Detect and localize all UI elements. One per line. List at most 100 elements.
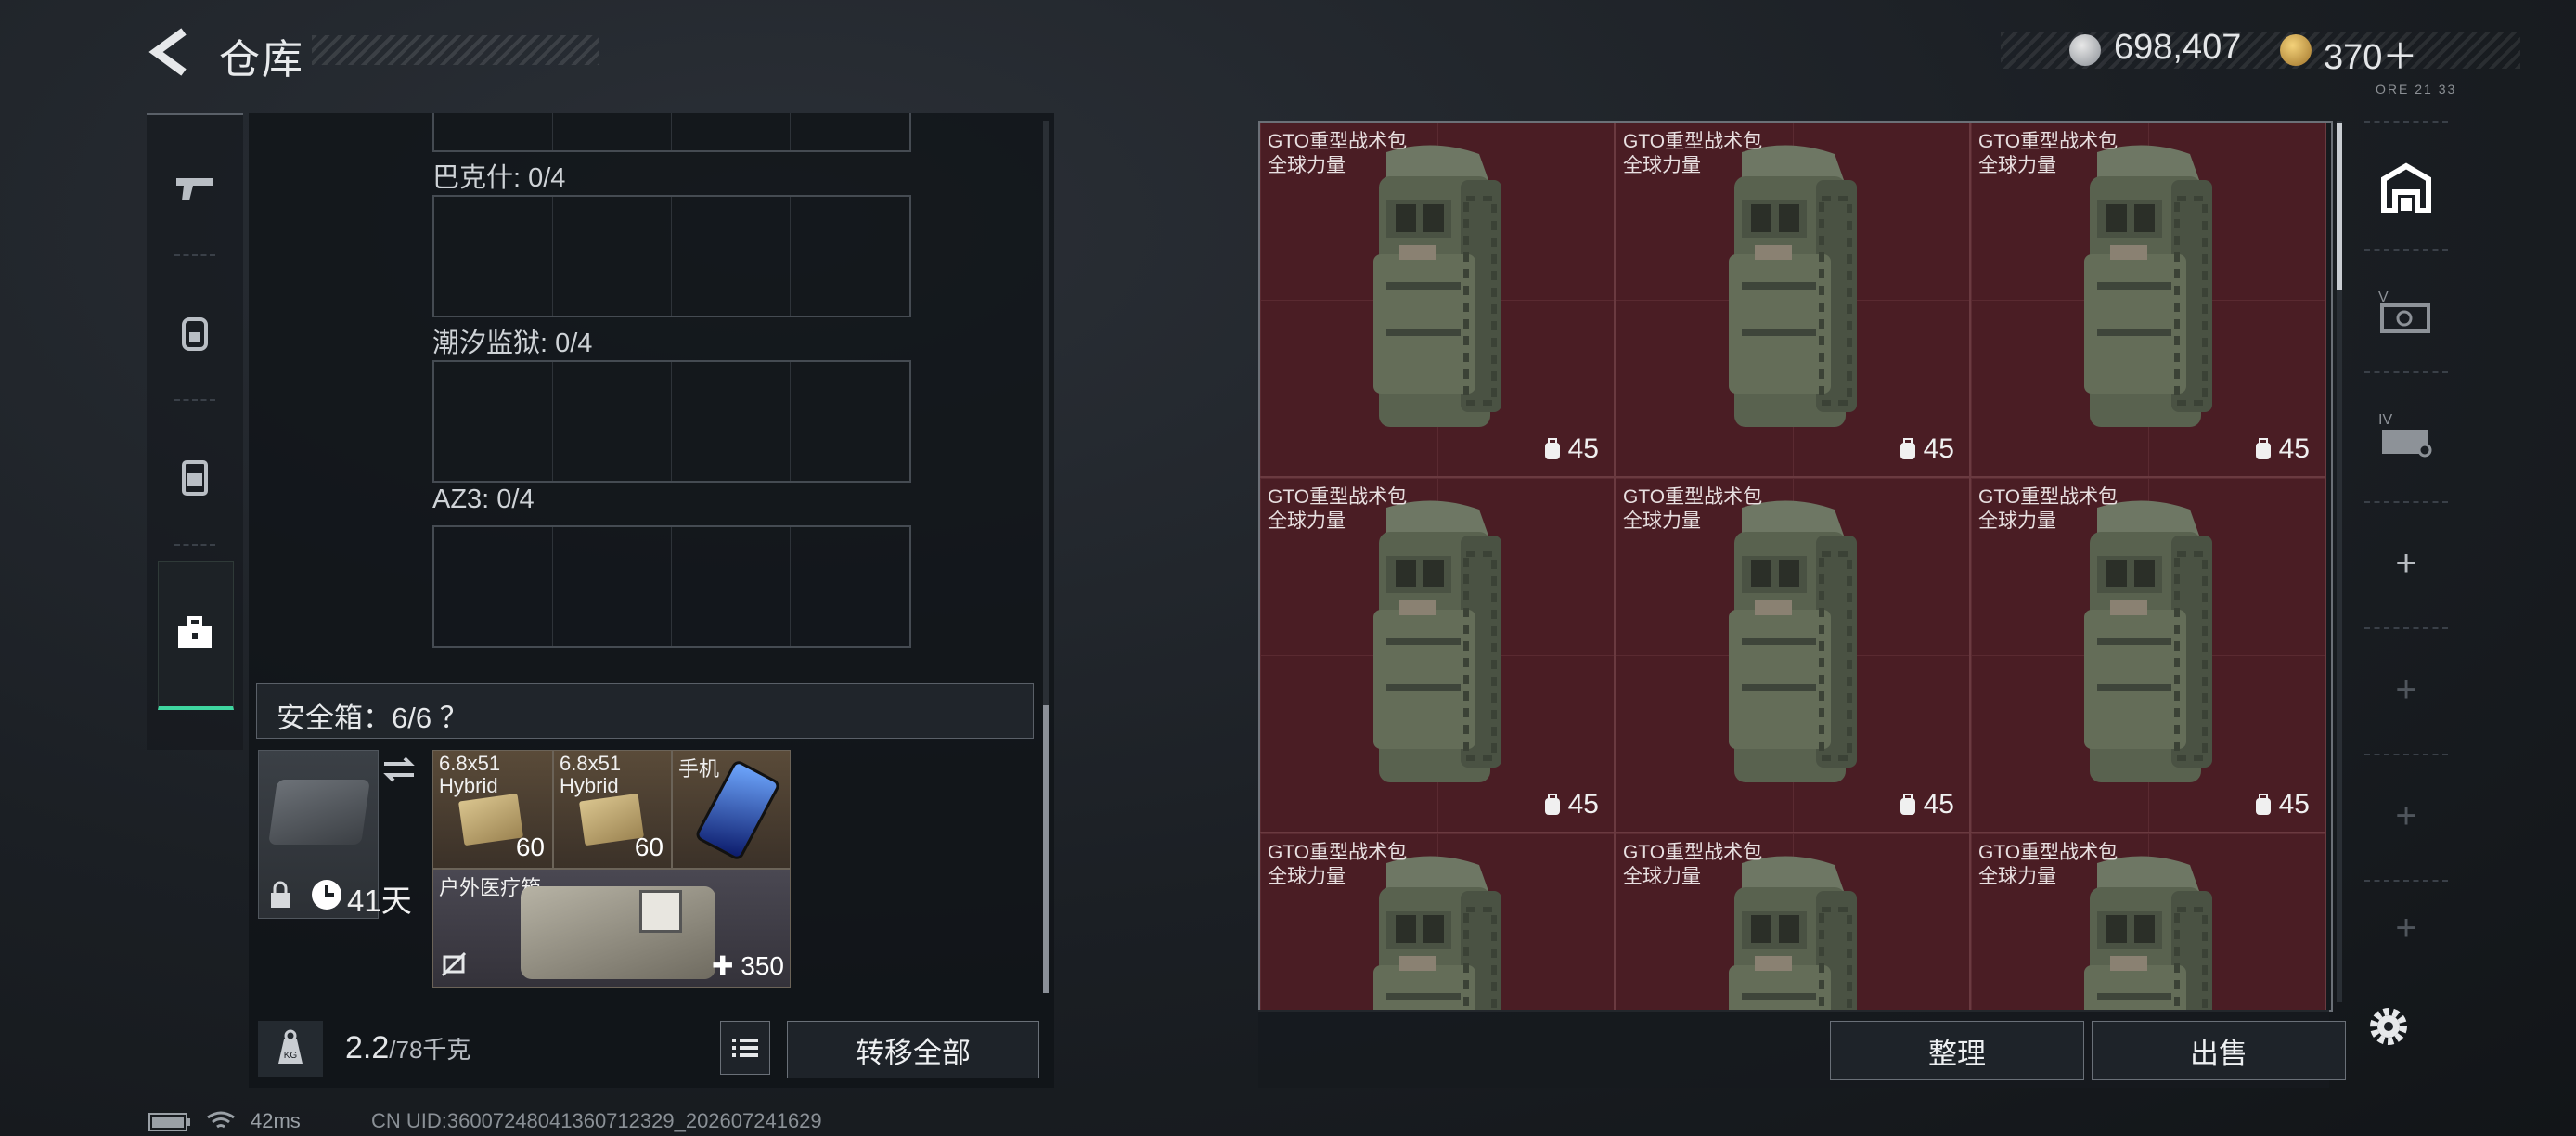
no-insure-icon xyxy=(441,951,467,977)
item-count: 45 xyxy=(1542,433,1599,465)
item-count: 60 xyxy=(515,833,545,861)
swap-icon[interactable] xyxy=(382,755,416,783)
case-image xyxy=(268,780,370,845)
inventory-scroll-thumb[interactable] xyxy=(1043,705,1049,993)
transfer-all-button[interactable]: 转移全部 xyxy=(787,1021,1039,1078)
svg-text:KG: KG xyxy=(284,1051,298,1061)
item-medkit[interactable]: 户外医疗箱 ✚ 350 xyxy=(432,869,791,988)
backpack-capacity-icon xyxy=(1900,438,1915,459)
safebox-label[interactable]: 安全箱：6/6 ？ xyxy=(277,694,469,736)
sell-button[interactable]: 出售 xyxy=(2092,1021,2346,1080)
svg-text:V: V xyxy=(2378,290,2389,305)
settings-gear-icon[interactable] xyxy=(2364,1002,2413,1051)
silver-coin-icon xyxy=(2069,34,2101,66)
medkit-image xyxy=(521,886,715,979)
warehouse-grid: GTO重型战术包 全球力量 45 GTO重型战术包 全球力量 45 GTO重型战术包 全球… xyxy=(1260,123,2326,1010)
warehouse-item[interactable]: GTO重型战术包 全球力量 45 xyxy=(1616,123,1971,478)
backpack-capacity-icon xyxy=(1900,794,1915,815)
sort-button[interactable]: 整理 xyxy=(1830,1021,2084,1080)
item-ammo-1[interactable]: 6.8x51 Hybrid 60 xyxy=(432,750,553,869)
slot-grid-az3[interactable] xyxy=(432,525,911,648)
item-value: ✚ 350 xyxy=(712,951,784,980)
add-storage-button-locked[interactable]: + xyxy=(2357,629,2455,750)
item-count: 45 xyxy=(1898,789,1954,820)
clock-icon xyxy=(312,880,341,910)
backpack-capacity-icon xyxy=(1544,438,1560,459)
pistol-icon xyxy=(176,178,213,200)
safebox-days-left: 41天 xyxy=(347,884,412,918)
add-storage-button-locked[interactable]: + xyxy=(2357,882,2455,975)
plus-icon: ✚ xyxy=(712,951,741,980)
item-count: 45 xyxy=(1542,789,1599,820)
backpack-capacity-icon xyxy=(2255,438,2271,459)
slot-grid-partial xyxy=(432,113,911,152)
gold-coin-icon xyxy=(2280,34,2312,66)
warehouse-item[interactable]: GTO重型战术包 全球力量 45 xyxy=(1260,478,1616,833)
backpack-image xyxy=(1729,500,1857,782)
backpack-icon xyxy=(182,317,208,351)
slot-grid-tide-prison[interactable] xyxy=(432,360,911,483)
backpack-image xyxy=(1373,145,1501,427)
item-count: 60 xyxy=(634,833,663,861)
item-ammo-2[interactable]: 6.8x51 Hybrid 60 xyxy=(553,750,672,869)
item-name: GTO重型战术包 全球力量 xyxy=(1623,842,1763,887)
warehouse-nav: V IV + + + + xyxy=(2357,121,2455,984)
item-name: GTO重型战术包 全球力量 xyxy=(1978,131,2119,176)
gold-amount[interactable]: 370＋ xyxy=(2324,28,2417,79)
slot-grid-bakesh[interactable] xyxy=(432,195,911,317)
item-name: GTO重型战术包 全球力量 xyxy=(1978,842,2119,887)
item-name: GTO重型战术包 全球力量 xyxy=(1268,486,1408,532)
item-count: 45 xyxy=(2253,789,2310,820)
silver-amount[interactable]: 698,407 xyxy=(2114,28,2241,68)
category-nav xyxy=(147,113,243,750)
tab-warehouse-main[interactable] xyxy=(2357,128,2455,249)
tab-armor[interactable] xyxy=(147,405,243,549)
warehouse-item[interactable]: GTO重型战术包 全球力量 45 xyxy=(1616,478,1971,833)
warehouse-icon xyxy=(2381,162,2431,213)
weight-capacity: /78千克 xyxy=(389,1036,471,1064)
title-decoration xyxy=(312,35,599,65)
plus-icon: + xyxy=(2395,668,2417,710)
item-phone[interactable]: 手机 xyxy=(672,750,791,869)
backpack-image xyxy=(1373,500,1501,782)
backpack-image xyxy=(1729,145,1857,427)
warehouse-item[interactable]: GTO重型战术包 全球力量 xyxy=(1260,833,1616,1010)
warehouse-item[interactable]: GTO重型战术包 全球力量 45 xyxy=(1971,123,2326,478)
vest-icon xyxy=(182,460,208,496)
item-name: GTO重型战术包 全球力量 xyxy=(1268,131,1408,176)
current-weight: 2.2 xyxy=(345,1030,390,1065)
warehouse-panel: GTO重型战术包 全球力量 45 GTO重型战术包 全球力量 45 GTO重型战术包 全球… xyxy=(1258,121,2333,1012)
page-title: 仓库 xyxy=(219,37,304,83)
plus-icon: + xyxy=(2395,794,2417,836)
tab-storage-iv[interactable]: IV xyxy=(2357,373,2455,494)
warehouse-scroll-thumb[interactable] xyxy=(2337,123,2342,290)
back-button[interactable] xyxy=(147,26,193,78)
toolbox-icon xyxy=(178,616,212,648)
tab-weapons[interactable] xyxy=(147,115,243,260)
list-view-button[interactable] xyxy=(720,1021,770,1075)
warehouse-item[interactable]: GTO重型战术包 全球力量 xyxy=(1971,833,2326,1010)
item-count: 45 xyxy=(2253,433,2310,465)
warehouse-item[interactable]: GTO重型战术包 全球力量 45 xyxy=(1260,123,1616,478)
slot-label-az3: AZ3: 0/4 xyxy=(432,484,535,514)
tab-safebox[interactable] xyxy=(147,549,243,716)
backpack-capacity-icon xyxy=(2255,794,2271,815)
version-code: ORE 21 33 xyxy=(2376,82,2457,97)
plus-icon: + xyxy=(2395,542,2417,584)
add-storage-button-locked[interactable]: + xyxy=(2357,755,2455,876)
item-name: 6.8x51 Hybrid xyxy=(560,752,622,797)
weight-icon-box: KG xyxy=(258,1021,323,1077)
tab-backpack[interactable] xyxy=(147,260,243,405)
warehouse-item[interactable]: GTO重型战术包 全球力量 45 xyxy=(1971,478,2326,833)
slot-label-bakesh: 巴克什: 0/4 xyxy=(432,163,566,193)
plus-icon: + xyxy=(2395,907,2417,949)
tab-storage-v[interactable]: V xyxy=(2357,251,2455,371)
ammo-image xyxy=(457,793,524,846)
item-count: 45 xyxy=(1898,433,1954,465)
list-icon xyxy=(732,1039,758,1057)
add-storage-button[interactable]: + xyxy=(2357,503,2455,624)
warehouse-item[interactable]: GTO重型战术包 全球力量 xyxy=(1616,833,1971,1010)
user-uid: CN UID:3600724804136071232​9_20260724162… xyxy=(371,1109,822,1132)
battery-icon xyxy=(148,1113,190,1131)
item-name: GTO重型战术包 全球力量 xyxy=(1268,842,1408,887)
